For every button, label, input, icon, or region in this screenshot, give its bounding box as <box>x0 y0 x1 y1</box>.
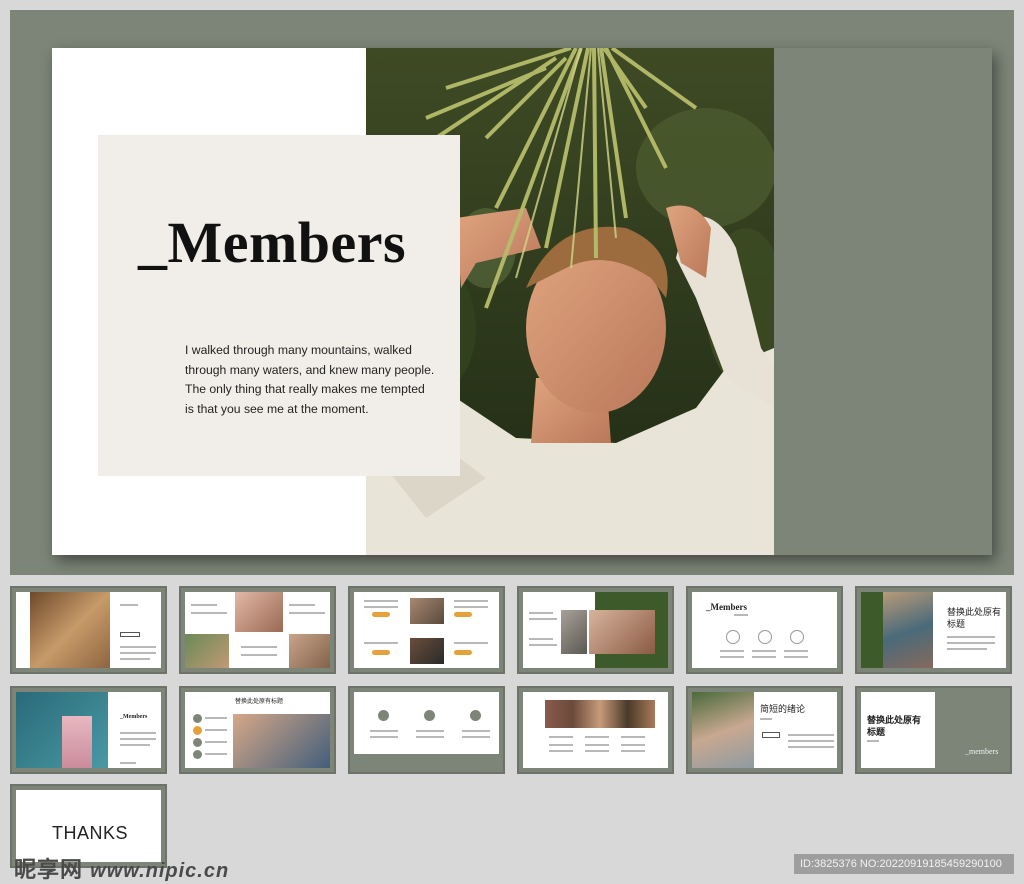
watermark-id: ID:3825376 NO:20220919185459290100 <box>794 854 1014 874</box>
thumbnail-slide-9[interactable] <box>348 686 505 774</box>
thumbnail-slide-4[interactable] <box>517 586 674 674</box>
thumbnail-8-title: 替换此处原有标题 <box>235 699 284 705</box>
watermark-logo-text: 昵享网 <box>14 857 84 882</box>
thumbnail-12-title: 替换此处原有标题 <box>867 715 922 737</box>
thumbnail-6-title: 替换此处原有标题 <box>947 607 1002 629</box>
thumbnail-slide-7[interactable]: _Members <box>10 686 167 774</box>
thumbnail-slide-8[interactable]: 替换此处原有标题 <box>179 686 336 774</box>
main-slide-preview[interactable]: _Members I walked through many mountains… <box>52 48 992 555</box>
slide-body-text: I walked through many mountains, walked … <box>185 343 435 416</box>
thumbnail-5-title: _Members <box>706 602 747 612</box>
watermark-logo: 昵享网 www.nipic.cn <box>14 852 229 884</box>
slide-title: _Members <box>138 210 407 275</box>
thumbnail-slide-3[interactable] <box>348 586 505 674</box>
thumbnail-slide-11[interactable]: 简短的绪论 <box>686 686 843 774</box>
text-card <box>98 135 460 476</box>
thumbnail-slide-2[interactable] <box>179 586 336 674</box>
watermark-domain: www.nipic.cn <box>90 860 230 882</box>
thumbnail-12-footer: _members <box>965 747 999 756</box>
thumbnail-13-title: THANKS <box>52 823 129 843</box>
hero-frame: _Members I walked through many mountains… <box>10 10 1014 575</box>
thumbnail-slide-5[interactable]: _Members <box>686 586 843 674</box>
thumbnail-slide-10[interactable] <box>517 686 674 774</box>
thumbnail-slide-1[interactable] <box>10 586 167 674</box>
thumbnail-11-title: 简短的绪论 <box>760 704 806 714</box>
thumbnail-slide-6[interactable]: 替换此处原有标题 <box>855 586 1012 674</box>
thumbnail-slide-12[interactable]: 替换此处原有标题 _members <box>855 686 1012 774</box>
